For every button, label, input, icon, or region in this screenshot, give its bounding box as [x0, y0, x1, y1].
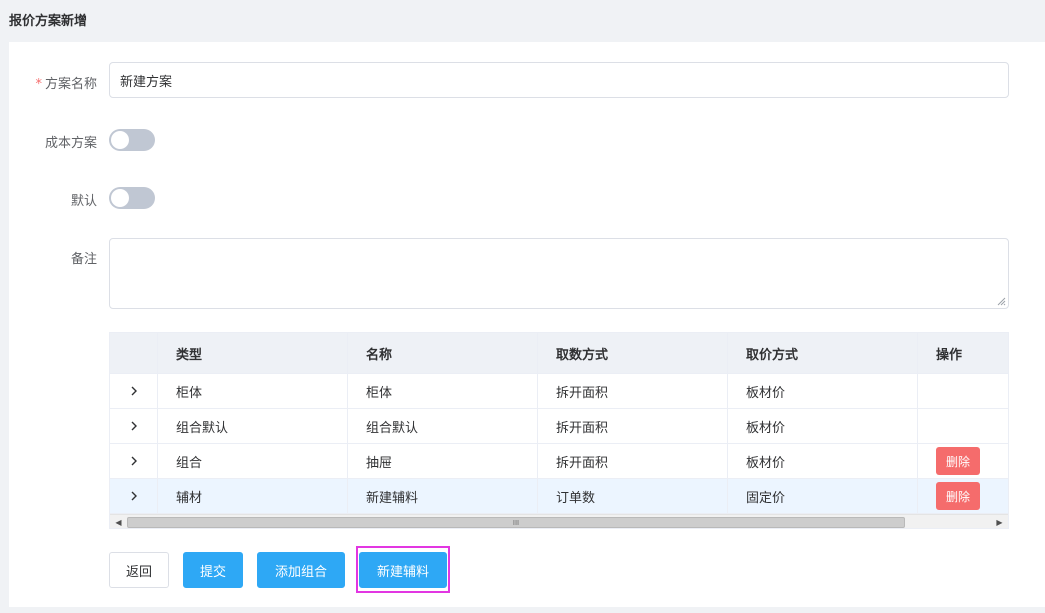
required-mark: *: [35, 77, 42, 92]
expand-toggle[interactable]: [110, 444, 158, 478]
cell-price: 板材价: [728, 374, 918, 408]
cell-type: 柜体: [158, 374, 348, 408]
expand-toggle[interactable]: [110, 374, 158, 408]
cell-fetch: 拆开面积: [538, 444, 728, 478]
switch-knob: [111, 189, 129, 207]
cost-scheme-switch[interactable]: [109, 129, 155, 151]
default-switch[interactable]: [109, 187, 155, 209]
delete-button[interactable]: 删除: [936, 482, 980, 510]
header-action: 操作: [936, 347, 963, 363]
cell-action: [918, 374, 1008, 408]
page-title: 报价方案新增: [9, 14, 88, 29]
scroll-thumb[interactable]: III: [127, 517, 905, 528]
chevron-right-icon: [131, 491, 137, 501]
name-label: * 方案名称: [35, 73, 97, 92]
header-type: 类型: [158, 333, 348, 373]
cell-name: 抽屉: [348, 444, 538, 478]
submit-button[interactable]: 提交: [183, 552, 243, 588]
delete-button[interactable]: 删除: [936, 447, 980, 475]
table-row: 柜体 柜体 拆开面积 板材价: [110, 374, 1008, 409]
scheme-name-input[interactable]: [109, 62, 1009, 98]
chevron-right-icon: [131, 386, 137, 396]
default-label: 默认: [70, 194, 97, 209]
scroll-grip: III: [512, 518, 520, 527]
table-header: 类型 名称 取数方式 取价方式 操作: [110, 333, 1008, 374]
cost-scheme-label: 成本方案: [44, 136, 97, 151]
scroll-left-icon[interactable]: ◀: [110, 515, 127, 528]
cell-price: 板材价: [728, 444, 918, 478]
cell-type: 辅材: [158, 479, 348, 513]
items-table: 类型 名称 取数方式 取价方式 操作 柜体 柜体 拆开面积 板材价 组合默认 组…: [109, 332, 1009, 529]
expand-header-cell: [110, 333, 158, 373]
header-price: 取价方式: [728, 333, 918, 373]
header-name: 名称: [348, 333, 538, 373]
name-label-text: 方案名称: [44, 77, 97, 92]
cell-action: 删除: [918, 444, 1008, 478]
cell-name: 柜体: [348, 374, 538, 408]
add-group-button[interactable]: 添加组合: [257, 552, 345, 588]
resize-grip-icon[interactable]: [996, 296, 1006, 306]
table-row: 辅材 新建辅料 订单数 固定价 删除: [110, 479, 1008, 514]
chevron-right-icon: [131, 456, 137, 466]
expand-toggle[interactable]: [110, 409, 158, 443]
cell-name: 组合默认: [348, 409, 538, 443]
cell-action: [918, 409, 1008, 443]
cell-type: 组合: [158, 444, 348, 478]
expand-toggle[interactable]: [110, 479, 158, 513]
cell-fetch: 订单数: [538, 479, 728, 513]
highlight-box: [356, 546, 450, 593]
cell-price: 固定价: [728, 479, 918, 513]
scroll-right-icon[interactable]: ▶: [991, 515, 1008, 528]
switch-knob: [111, 131, 129, 149]
cell-name: 新建辅料: [348, 479, 538, 513]
horizontal-scrollbar[interactable]: ◀ III ▶: [110, 514, 1008, 528]
page-header: 报价方案新增: [0, 0, 1045, 42]
cell-action: 删除: [918, 479, 1008, 513]
back-button[interactable]: 返回: [109, 552, 169, 588]
header-fetch: 取数方式: [538, 333, 728, 373]
cell-price: 板材价: [728, 409, 918, 443]
table-row: 组合 抽屉 拆开面积 板材价 删除: [110, 444, 1008, 479]
chevron-right-icon: [131, 421, 137, 431]
cell-fetch: 拆开面积: [538, 409, 728, 443]
table-row: 组合默认 组合默认 拆开面积 板材价: [110, 409, 1008, 444]
cell-type: 组合默认: [158, 409, 348, 443]
cell-fetch: 拆开面积: [538, 374, 728, 408]
remark-textarea[interactable]: [109, 238, 1009, 309]
remark-label: 备注: [70, 252, 97, 267]
